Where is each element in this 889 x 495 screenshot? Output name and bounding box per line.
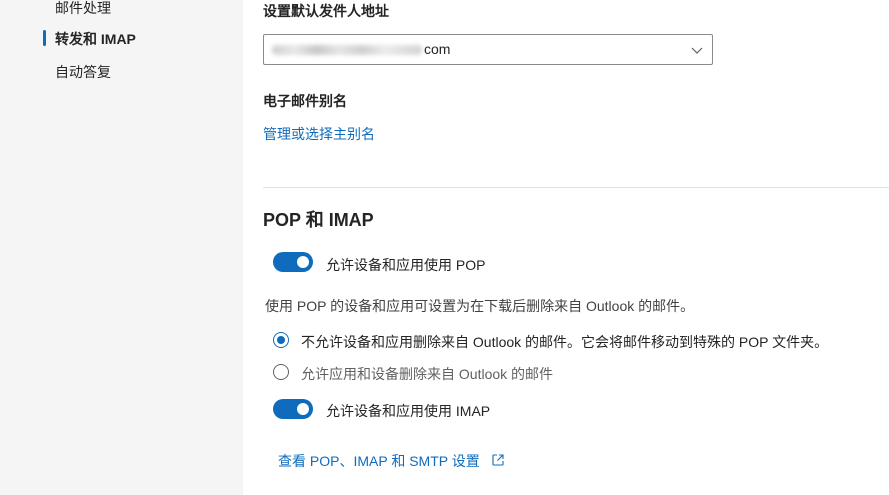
settings-sidebar: 邮件处理 转发和 IMAP 自动答复 [0,0,243,495]
default-from-value-suffix: com [424,41,451,57]
radio-allow-delete-label[interactable]: 允许应用和设备删除来自 Outlook 的邮件 [301,364,553,384]
radio-disallow-delete-label[interactable]: 不允许设备和应用删除来自 Outlook 的邮件。它会将邮件移动到特殊的 POP… [301,332,828,352]
radio-allow-delete[interactable] [273,364,289,380]
default-from-value: com [272,41,450,57]
imap-toggle-knob [297,403,309,415]
active-nav-indicator [43,30,46,46]
sidebar-item-forwarding-imap[interactable]: 转发和 IMAP [55,29,136,49]
sidebar-item-auto-reply[interactable]: 自动答复 [55,62,111,82]
sidebar-item-mail-handling[interactable]: 邮件处理 [55,0,111,18]
chevron-down-icon [691,47,703,54]
email-aliases-heading: 电子邮件别名 [263,93,347,109]
manage-aliases-link[interactable]: 管理或选择主别名 [263,124,375,144]
pop-toggle[interactable] [273,252,313,272]
imap-toggle[interactable] [273,399,313,419]
view-pop-imap-smtp-settings-link[interactable]: 查看 POP、IMAP 和 SMTP 设置 [278,451,480,471]
pop-toggle-knob [297,256,309,268]
section-divider [263,187,889,188]
pop-imap-title: POP 和 IMAP [263,210,374,230]
imap-toggle-label: 允许设备和应用使用 IMAP [326,403,491,419]
open-external-icon[interactable] [491,453,505,467]
pop-description: 使用 POP 的设备和应用可设置为在下载后删除来自 Outlook 的邮件。 [265,298,695,314]
radio-disallow-delete[interactable] [273,332,289,348]
settings-main-panel: 设置默认发件人地址 com 电子邮件别名 管理或选择主别名 POP 和 IMAP… [243,0,889,495]
default-from-heading: 设置默认发件人地址 [263,3,389,19]
redacted-email [272,45,422,56]
pop-toggle-label: 允许设备和应用使用 POP [326,257,486,273]
default-from-select[interactable]: com [263,34,713,65]
